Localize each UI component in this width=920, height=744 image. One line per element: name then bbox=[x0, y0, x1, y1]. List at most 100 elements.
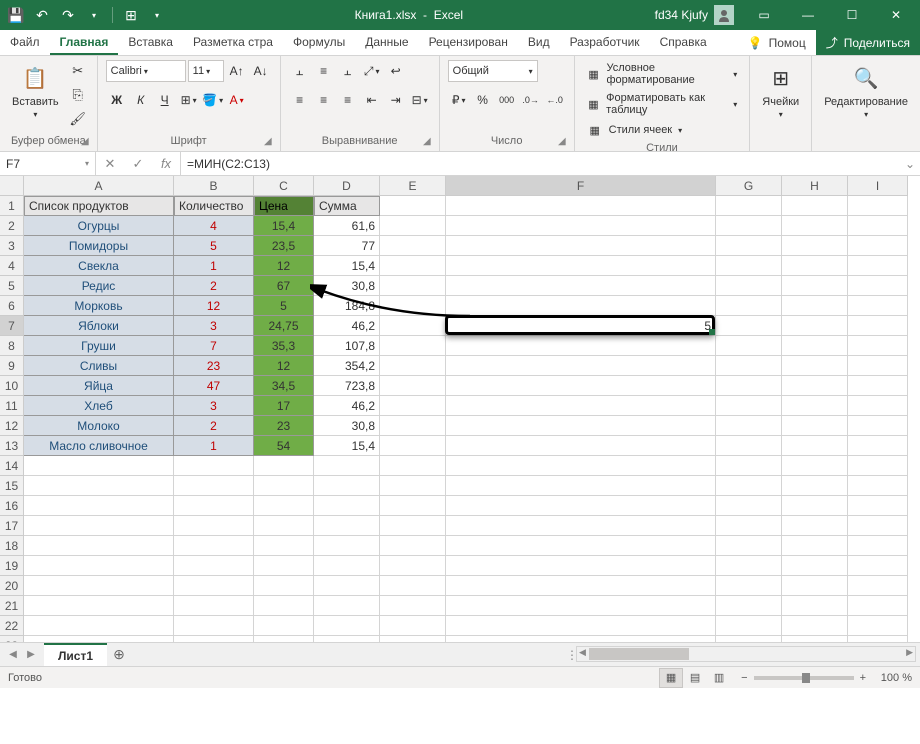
row-header[interactable]: 7 bbox=[0, 316, 24, 336]
cell[interactable] bbox=[24, 456, 174, 476]
cell[interactable]: 54 bbox=[254, 436, 314, 456]
cell[interactable] bbox=[174, 616, 254, 636]
row-header[interactable]: 1 bbox=[0, 196, 24, 216]
row-header[interactable]: 21 bbox=[0, 596, 24, 616]
cell[interactable] bbox=[848, 436, 908, 456]
cell[interactable] bbox=[848, 296, 908, 316]
cell[interactable] bbox=[446, 616, 716, 636]
conditional-formatting-button[interactable]: ▦ Условное форматирование ▾ bbox=[583, 60, 742, 88]
bold-button[interactable]: Ж bbox=[106, 89, 128, 111]
align-bottom-icon[interactable]: ⫠ bbox=[337, 60, 359, 82]
user-account[interactable]: fd34 Kjufy bbox=[649, 5, 740, 25]
cell[interactable] bbox=[314, 516, 380, 536]
cell[interactable] bbox=[24, 476, 174, 496]
cell[interactable]: 23 bbox=[174, 356, 254, 376]
cell[interactable] bbox=[848, 536, 908, 556]
row-header[interactable]: 13 bbox=[0, 436, 24, 456]
row-header[interactable]: 15 bbox=[0, 476, 24, 496]
cell[interactable] bbox=[446, 236, 716, 256]
cell[interactable] bbox=[782, 616, 848, 636]
dialog-launcher-icon[interactable]: ◢ bbox=[264, 136, 272, 147]
cell[interactable] bbox=[446, 376, 716, 396]
row-header[interactable]: 8 bbox=[0, 336, 24, 356]
row-header[interactable]: 9 bbox=[0, 356, 24, 376]
cell[interactable] bbox=[716, 276, 782, 296]
ribbon-options-icon[interactable]: ▭ bbox=[744, 0, 784, 30]
cell[interactable]: 2 bbox=[174, 416, 254, 436]
cell[interactable] bbox=[782, 276, 848, 296]
cell[interactable]: 46,2 bbox=[314, 396, 380, 416]
cell[interactable] bbox=[716, 576, 782, 596]
fill-color-button[interactable]: 🪣 bbox=[202, 89, 224, 111]
cell[interactable] bbox=[24, 616, 174, 636]
row-header[interactable]: 11 bbox=[0, 396, 24, 416]
cell[interactable]: 2 bbox=[174, 276, 254, 296]
column-header[interactable]: G bbox=[716, 176, 782, 196]
cell[interactable]: 23 bbox=[254, 416, 314, 436]
cell[interactable] bbox=[24, 516, 174, 536]
cell[interactable] bbox=[446, 416, 716, 436]
font-size-select[interactable]: 11 bbox=[188, 60, 224, 82]
cell[interactable] bbox=[380, 276, 446, 296]
dialog-launcher-icon[interactable]: ◢ bbox=[423, 136, 431, 147]
cell[interactable] bbox=[314, 596, 380, 616]
cell[interactable] bbox=[380, 396, 446, 416]
cell[interactable]: 12 bbox=[254, 256, 314, 276]
cell[interactable] bbox=[716, 296, 782, 316]
format-painter-icon[interactable]: 🖌 bbox=[67, 108, 89, 130]
cell[interactable] bbox=[716, 636, 782, 642]
cell[interactable] bbox=[782, 416, 848, 436]
page-layout-view-icon[interactable]: ▤ bbox=[683, 668, 707, 688]
cell[interactable] bbox=[380, 536, 446, 556]
cell[interactable]: 61,6 bbox=[314, 216, 380, 236]
underline-button[interactable]: Ч bbox=[154, 89, 176, 111]
cell[interactable] bbox=[848, 336, 908, 356]
format-as-table-button[interactable]: ▦ Форматировать как таблицу ▾ bbox=[583, 90, 742, 118]
row-header[interactable]: 18 bbox=[0, 536, 24, 556]
cell[interactable] bbox=[446, 576, 716, 596]
cell[interactable] bbox=[174, 516, 254, 536]
cell[interactable]: 46,2 bbox=[314, 316, 380, 336]
cell[interactable]: 354,2 bbox=[314, 356, 380, 376]
column-header[interactable]: F bbox=[446, 176, 716, 196]
cell[interactable]: 723,8 bbox=[314, 376, 380, 396]
cell[interactable] bbox=[380, 456, 446, 476]
cell[interactable] bbox=[446, 336, 716, 356]
cell[interactable] bbox=[446, 356, 716, 376]
column-header[interactable]: C bbox=[254, 176, 314, 196]
cell[interactable]: 24,75 bbox=[254, 316, 314, 336]
cell[interactable] bbox=[716, 556, 782, 576]
cell[interactable] bbox=[782, 316, 848, 336]
cell[interactable]: 15,4 bbox=[314, 256, 380, 276]
cell[interactable] bbox=[254, 576, 314, 596]
zoom-level[interactable]: 100 % bbox=[872, 672, 912, 684]
cell[interactable] bbox=[314, 476, 380, 496]
minimize-icon[interactable]: — bbox=[788, 0, 828, 30]
cell[interactable] bbox=[848, 476, 908, 496]
zoom-slider[interactable] bbox=[754, 676, 854, 680]
accounting-format-icon[interactable]: ₽ bbox=[448, 89, 470, 111]
cell[interactable] bbox=[24, 576, 174, 596]
cell[interactable] bbox=[716, 196, 782, 216]
tab-developer[interactable]: Разработчик bbox=[560, 30, 650, 55]
cell[interactable]: Помидоры bbox=[24, 236, 174, 256]
cell[interactable] bbox=[380, 576, 446, 596]
cell[interactable] bbox=[782, 196, 848, 216]
column-header[interactable]: I bbox=[848, 176, 908, 196]
cell[interactable] bbox=[716, 236, 782, 256]
cell[interactable]: Свекла bbox=[24, 256, 174, 276]
cell[interactable] bbox=[716, 396, 782, 416]
italic-button[interactable]: К bbox=[130, 89, 152, 111]
cell[interactable] bbox=[782, 476, 848, 496]
align-left-icon[interactable]: ≡ bbox=[289, 89, 311, 111]
percent-format-icon[interactable]: % bbox=[472, 89, 494, 111]
undo-icon[interactable]: ↶ bbox=[30, 3, 54, 27]
cell[interactable] bbox=[716, 496, 782, 516]
cell[interactable] bbox=[782, 456, 848, 476]
column-header[interactable]: H bbox=[782, 176, 848, 196]
cell[interactable]: Масло сливочное bbox=[24, 436, 174, 456]
cell[interactable] bbox=[782, 576, 848, 596]
tab-help[interactable]: Справка bbox=[650, 30, 717, 55]
cell[interactable] bbox=[716, 416, 782, 436]
cell[interactable] bbox=[174, 636, 254, 642]
